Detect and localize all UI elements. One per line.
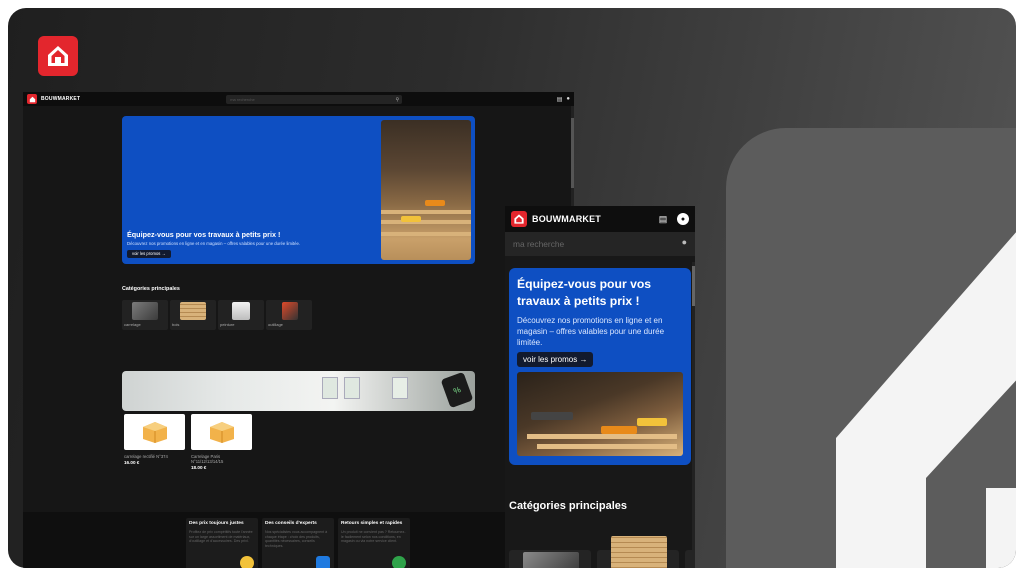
hero-title: Équipez-vous pour vos travaux à petits p… [517, 277, 652, 308]
category-tile-carrelage[interactable]: carrelage [509, 550, 591, 568]
cart-icon[interactable]: ▤ [557, 96, 563, 103]
product-image [191, 414, 252, 450]
percent-tag-icon: % [440, 371, 474, 409]
desktop-mockup: BOUWMARKET ma recherche ⚲ ▤ ● Équipez-vo… [23, 92, 574, 568]
categories-title: Catégories principales [509, 500, 627, 512]
house-outline-icon [836, 232, 1016, 568]
return-icon [392, 556, 406, 568]
user-icon[interactable]: ● [677, 213, 689, 225]
hero-subtitle: Découvrez nos promotions en ligne et en … [517, 316, 665, 347]
feature-card-experts: Des conseils d'experts Nos spécialistes … [262, 518, 334, 568]
feature-description: Un produit ne convient pas ? Retournez-l… [341, 530, 406, 543]
category-label: carrelage [124, 322, 141, 327]
feature-title: Des conseils d'experts [265, 521, 317, 526]
category-tile-peinture[interactable]: pe [685, 550, 695, 568]
search-placeholder: ma recherche [230, 96, 255, 102]
box-icon [209, 422, 234, 443]
mobile-mockup: BOUWMARKET ▤ ● ma recherche ● Équipez-vo… [505, 206, 695, 568]
brand-logo-large [38, 36, 78, 76]
product-price: 18.00 € [191, 465, 207, 470]
category-label: outillage [268, 322, 283, 327]
brand-logo[interactable] [27, 94, 37, 104]
category-label: bois [172, 322, 180, 327]
category-tile-outillage[interactable]: outillage [266, 300, 312, 330]
house-icon [514, 214, 524, 224]
product-name: carrelage rectifié N°374 [124, 454, 168, 459]
hero-image [381, 120, 471, 260]
product-card[interactable]: Carrelage Paris N°11/12/13/14/15 18.00 € [191, 414, 252, 470]
category-tile-carrelage[interactable]: carrelage [122, 300, 168, 330]
search-icon[interactable]: ● [682, 237, 687, 247]
features-section: Des prix toujours justes Profitez de pri… [23, 512, 574, 568]
feature-description: Nos spécialistes vous accompagnent à cha… [265, 530, 328, 548]
cart-icon[interactable]: ▤ [657, 213, 669, 225]
hero-banner: Équipez-vous pour vos travaux à petits p… [509, 268, 691, 465]
search-input[interactable]: ma recherche ⚲ [226, 94, 403, 105]
house-icon [48, 46, 68, 66]
decorative-logo-shape [726, 128, 1016, 568]
see-promos-button[interactable]: voir les promos → [127, 250, 171, 258]
product-card[interactable]: carrelage rectifié N°374 16.00 € [124, 414, 185, 470]
brand-name: BOUWMARKET [41, 96, 81, 102]
desktop-header: BOUWMARKET ma recherche ⚲ ▤ ● [23, 92, 574, 106]
category-tile-bois[interactable]: bois [597, 536, 679, 568]
scrollbar-thumb[interactable] [571, 118, 574, 188]
categories-title: Catégories principales [122, 286, 180, 292]
hero-title: Équipez-vous pour vos travaux à petits p… [127, 230, 281, 239]
house-icon [29, 96, 35, 102]
search-input[interactable]: ma recherche ● [505, 232, 695, 256]
product-price: 16.00 € [124, 460, 140, 465]
see-promos-button[interactable]: voir les promos → [517, 352, 594, 367]
brand-name: BOUWMARKET [532, 214, 601, 224]
scrollbar-thumb[interactable] [692, 266, 695, 306]
search-icon[interactable]: ⚲ [396, 96, 400, 105]
search-placeholder: ma recherche [513, 239, 565, 249]
feature-description: Profitez de prix compétitifs toute l'ann… [189, 530, 253, 543]
product-image [124, 414, 185, 450]
feature-title: Des prix toujours justes [189, 521, 244, 526]
promo-banner[interactable]: % [122, 371, 475, 411]
brand-logo[interactable] [511, 211, 527, 227]
mobile-header: BOUWMARKET ▤ ● [505, 206, 695, 232]
feature-card-returns: Retours simples et rapides Un produit ne… [338, 518, 410, 568]
category-label: peinture [220, 322, 235, 327]
feature-title: Retours simples et rapides [341, 521, 403, 526]
product-list: carrelage rectifié N°374 16.00 € Carrela… [124, 414, 252, 470]
category-tile-peinture[interactable]: peinture [218, 300, 264, 330]
scrollbar[interactable] [692, 262, 695, 568]
user-icon[interactable]: ● [566, 96, 570, 103]
medal-icon [240, 556, 254, 568]
feature-card-prices: Des prix toujours justes Profitez de pri… [186, 518, 258, 568]
hero-banner: Équipez-vous pour vos travaux à petits p… [122, 116, 475, 264]
hero-image [517, 372, 683, 456]
showcase-background: BOUWMARKET ma recherche ⚲ ▤ ● Équipez-vo… [8, 8, 1016, 568]
hero-subtitle: Découvrez nos promotions en ligne et en … [127, 241, 301, 246]
product-name: Carrelage Paris N°11/12/13/14/15 [191, 454, 224, 464]
box-icon [142, 422, 167, 443]
categories-list: carrelage bois pe [509, 536, 695, 568]
category-tile-bois[interactable]: bois [170, 300, 216, 330]
categories-list: carrelage bois peinture outillage [122, 300, 312, 330]
chat-icon [316, 556, 330, 568]
